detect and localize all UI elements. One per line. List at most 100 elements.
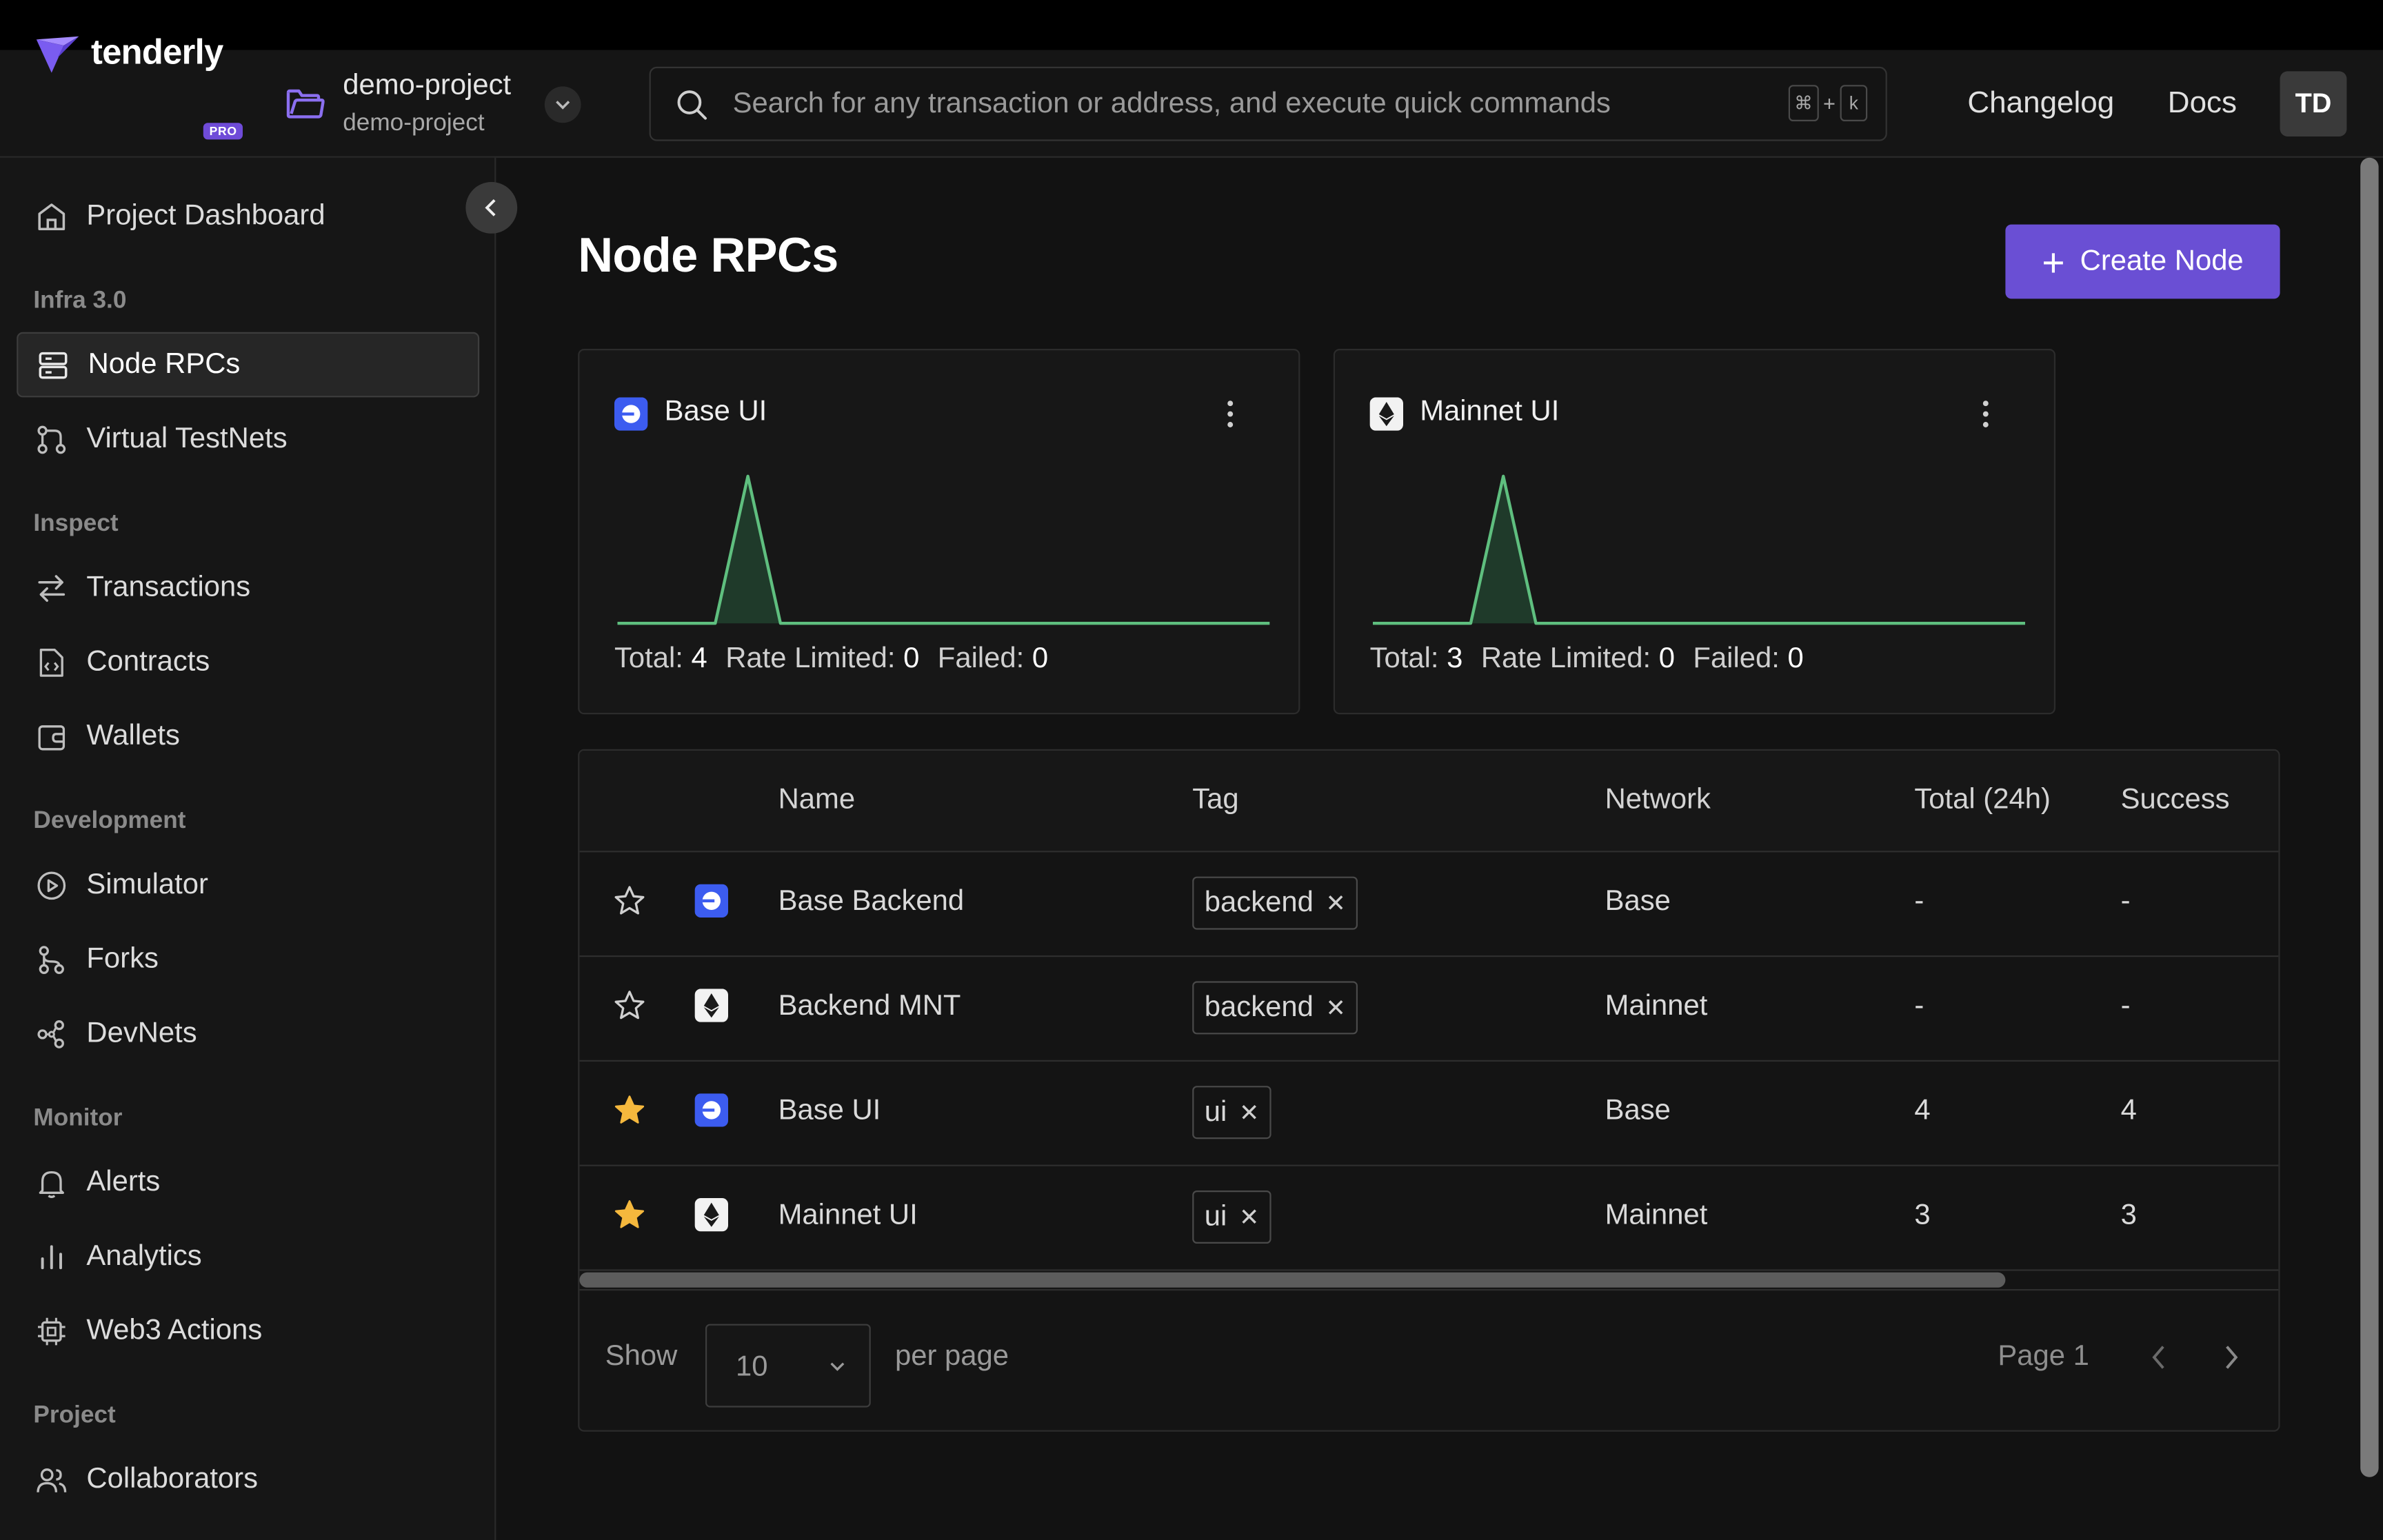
create-node-button[interactable]: + Create Node: [2005, 224, 2280, 299]
search-shortcut: ⌘ + k: [1788, 85, 1868, 121]
column-header-total[interactable]: Total (24h): [1914, 784, 2051, 817]
search-icon: [677, 90, 707, 120]
sidebar-item-analytics[interactable]: Analytics: [17, 1224, 479, 1289]
sidebar-item-label: Wallets: [86, 719, 180, 752]
row-network: Mainnet: [1605, 1199, 1708, 1232]
node-rpc-table: Name Tag Network Total (24h) Success Bas…: [578, 749, 2280, 1432]
remove-tag-icon[interactable]: ✕: [1239, 1202, 1259, 1233]
card-title: Mainnet UI: [1420, 396, 1560, 428]
sidebar-item-simulator[interactable]: Simulator: [17, 852, 479, 918]
sidebar-item-wallets[interactable]: Wallets: [17, 704, 479, 769]
row-name[interactable]: Base UI: [778, 1095, 881, 1128]
collapse-sidebar-button[interactable]: [465, 182, 518, 234]
kebab-menu-icon[interactable]: [1220, 396, 1241, 432]
sidebar-item-label: Contracts: [86, 645, 210, 678]
project-subtitle: demo-project: [343, 110, 485, 136]
shortcut-plus: +: [1822, 91, 1836, 116]
plus-icon: +: [2042, 239, 2065, 285]
table-row[interactable]: Mainnet UI ui ✕ Mainnet 3 3: [579, 1166, 2279, 1271]
k-key: k: [1840, 85, 1868, 121]
column-header-network[interactable]: Network: [1605, 784, 1711, 817]
section-infra: Infra 3.0: [33, 288, 127, 314]
sidebar-item-virtual-testnets[interactable]: Virtual TestNets: [17, 407, 479, 472]
cmd-key: ⌘: [1788, 85, 1819, 121]
section-project: Project: [33, 1403, 116, 1429]
previous-page-icon[interactable]: [2142, 1336, 2175, 1379]
star-filled-icon[interactable]: [613, 1093, 646, 1126]
users-icon: [37, 1468, 67, 1492]
row-name[interactable]: Mainnet UI: [778, 1199, 918, 1233]
table-row[interactable]: Base UI ui ✕ Base 4 4: [579, 1062, 2279, 1166]
total-value: 3: [1447, 642, 1463, 675]
remove-tag-icon[interactable]: ✕: [1325, 993, 1345, 1023]
sidebar-item-forks[interactable]: Forks: [17, 926, 479, 992]
server-icon: [39, 351, 68, 378]
sidebar-item-transactions[interactable]: Transactions: [17, 555, 479, 620]
total-value: 4: [691, 642, 707, 675]
global-search[interactable]: ⌘ + k: [649, 66, 1887, 141]
card-stats: Total: 3 Rate Limited: 0 Failed: 0: [1370, 643, 1804, 676]
sidebar-item-project-dashboard[interactable]: Project Dashboard: [17, 183, 479, 249]
per-page-select[interactable]: 10: [705, 1324, 871, 1408]
wallet-icon: [38, 725, 66, 750]
sparkline-area: [617, 476, 1270, 624]
remove-tag-icon[interactable]: ✕: [1239, 1097, 1259, 1128]
rate-limited-label: Rate Limited:: [1480, 642, 1651, 675]
sidebar-item-alerts[interactable]: Alerts: [17, 1150, 479, 1215]
project-name[interactable]: demo-project: [343, 70, 511, 103]
sidebar-item-label: Node RPCs: [88, 347, 241, 381]
column-header-success[interactable]: Success: [2121, 784, 2230, 817]
failed-value: 0: [1787, 642, 1804, 675]
rpc-card-base-ui[interactable]: Base UI Total: 4 Rate Limited: 0 Failed:…: [578, 349, 1300, 715]
star-filled-icon[interactable]: [613, 1198, 646, 1231]
row-name[interactable]: Backend MNT: [778, 991, 961, 1024]
ethereum-network-icon: [694, 989, 728, 1022]
table-row[interactable]: Backend MNT backend ✕ Mainnet - -: [579, 957, 2279, 1062]
per-page-label: per page: [895, 1340, 1009, 1372]
project-switcher-button[interactable]: [544, 86, 581, 123]
chevron-down-icon: [556, 101, 570, 110]
sidebar-item-devnets[interactable]: DevNets: [17, 1001, 479, 1066]
git-fork-icon: [39, 945, 64, 973]
base-network-icon: [694, 1093, 728, 1127]
sidebar-item-web3-actions[interactable]: Web3 Actions: [17, 1298, 479, 1364]
star-outline-icon[interactable]: [613, 989, 646, 1022]
chevron-left-icon: [485, 199, 496, 216]
sidebar-item-label: Forks: [86, 942, 159, 975]
column-header-name[interactable]: Name: [778, 784, 856, 817]
row-success: -: [2120, 990, 2131, 1022]
section-inspect: Inspect: [33, 511, 119, 537]
row-name[interactable]: Base Backend: [778, 886, 965, 919]
base-network-icon: [614, 397, 648, 431]
table-header: Name Tag Network Total (24h) Success: [579, 751, 2279, 853]
tenderly-logo[interactable]: tenderly: [33, 30, 223, 79]
kebab-menu-icon[interactable]: [1975, 396, 1996, 432]
search-input[interactable]: [732, 68, 1764, 140]
table-row[interactable]: Base Backend backend ✕ Base - -: [579, 852, 2279, 958]
horizontal-scrollbar[interactable]: [579, 1272, 2006, 1288]
user-avatar[interactable]: TD: [2280, 71, 2347, 136]
sidebar-item-label: Transactions: [86, 571, 251, 603]
tag-chip: backend ✕: [1192, 876, 1358, 930]
star-outline-icon[interactable]: [613, 884, 646, 918]
sidebar-item-contracts[interactable]: Contracts: [17, 629, 479, 695]
tag-label: ui: [1204, 1200, 1227, 1233]
total-label: Total:: [1369, 642, 1439, 675]
changelog-link[interactable]: Changelog: [1967, 86, 2114, 121]
vertical-scrollbar[interactable]: [2360, 157, 2379, 1477]
next-page-icon[interactable]: [2215, 1336, 2248, 1379]
sidebar-item-collaborators[interactable]: Collaborators: [17, 1447, 479, 1512]
section-monitor: Monitor: [33, 1105, 123, 1132]
rpc-card-mainnet-ui[interactable]: Mainnet UI Total: 3 Rate Limited: 0 Fail…: [1333, 349, 2055, 715]
play-circle-icon: [37, 871, 66, 900]
page-title: Node RPCs: [578, 227, 838, 283]
docs-link[interactable]: Docs: [2168, 86, 2237, 121]
remove-tag-icon[interactable]: ✕: [1325, 888, 1345, 918]
home-icon: [38, 203, 66, 230]
tag-chip: ui ✕: [1192, 1086, 1272, 1139]
tag-label: backend: [1204, 991, 1314, 1023]
failed-label: Failed:: [1693, 642, 1780, 675]
cpu-chip-icon: [38, 1317, 66, 1345]
column-header-tag[interactable]: Tag: [1192, 784, 1238, 817]
sidebar-item-node-rpcs[interactable]: Node RPCs: [17, 332, 480, 398]
